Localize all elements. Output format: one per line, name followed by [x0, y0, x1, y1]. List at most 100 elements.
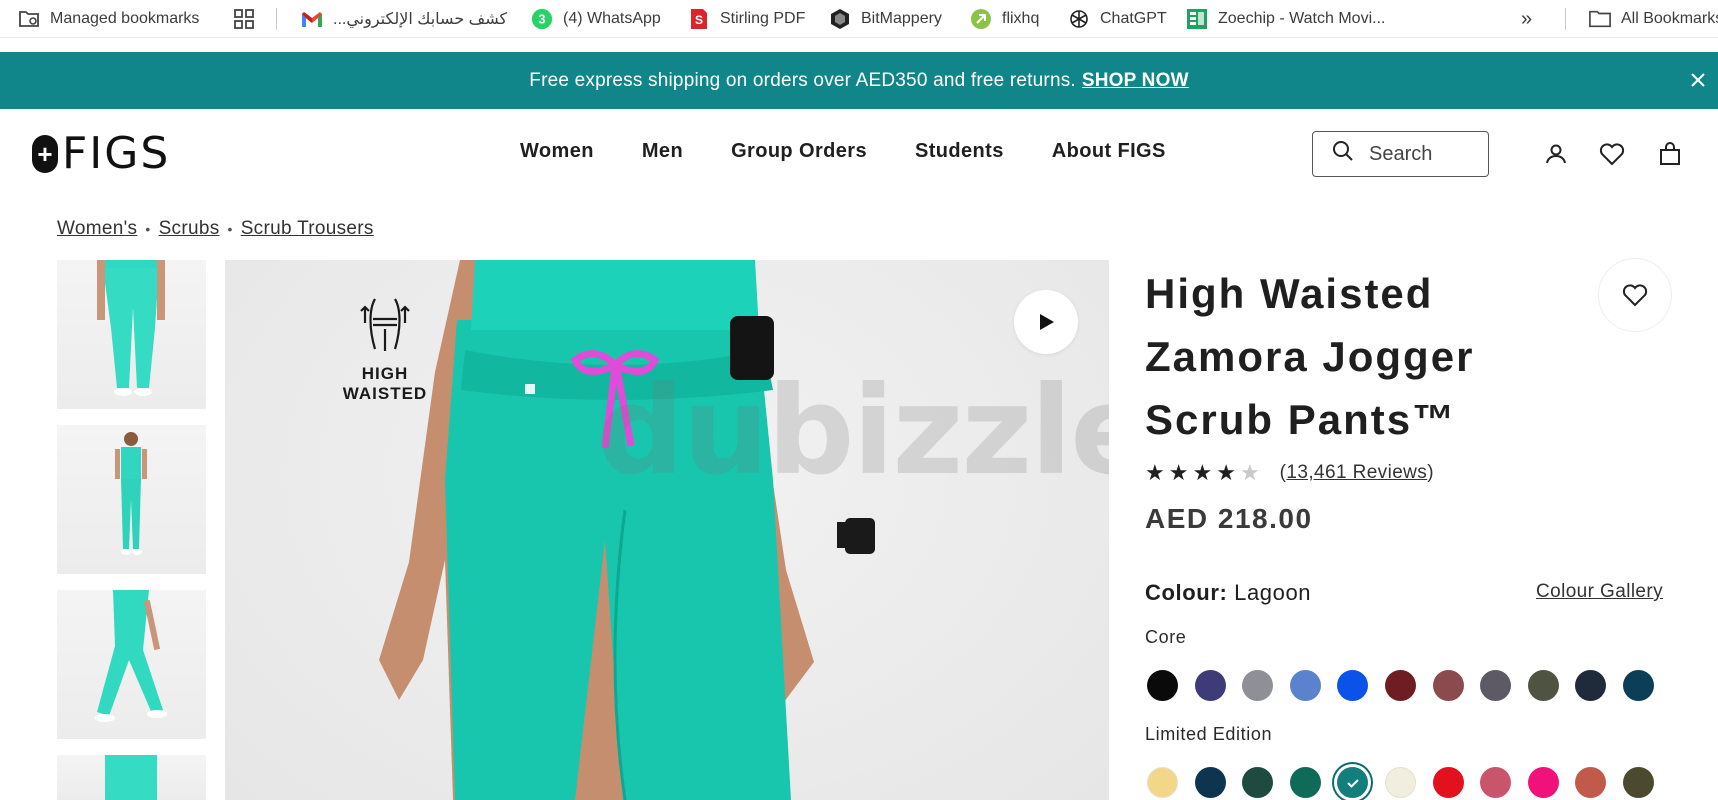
breadcrumb-scrubs[interactable]: Scrubs	[159, 218, 220, 240]
reviews-link[interactable]: 13,461 Reviews	[1286, 462, 1427, 483]
breadcrumb-scrub-trousers[interactable]: Scrub Trousers	[241, 218, 374, 240]
colour-swatch[interactable]	[1623, 670, 1654, 701]
add-to-wishlist-button[interactable]	[1598, 258, 1672, 332]
thumbnail-1[interactable]	[57, 260, 206, 409]
product-rating: ★ ★ ★ ★ ★ (13,461 Reviews)	[1145, 462, 1434, 484]
cart-bag-icon[interactable]	[1656, 140, 1684, 168]
colour-swatch[interactable]	[1242, 670, 1274, 701]
breadcrumb-separator: •	[145, 221, 151, 237]
bookmark-whatsapp[interactable]: 3 (4) WhatsApp	[531, 0, 661, 38]
main-nav: Women Men Group Orders Students About FI…	[520, 140, 1166, 163]
colour-value: Lagoon	[1234, 580, 1312, 605]
shop-now-link[interactable]: SHOP NOW	[1082, 70, 1189, 92]
colour-swatch[interactable]	[1527, 670, 1559, 701]
thumbnail-4[interactable]	[57, 755, 206, 800]
bookmark-bitmappery[interactable]: BitMappery	[829, 0, 942, 38]
promo-text: Free express shipping on orders over AED…	[529, 69, 1076, 91]
zoechip-icon	[1186, 8, 1208, 30]
nav-students[interactable]: Students	[915, 140, 1004, 163]
colour-swatch[interactable]	[1242, 767, 1274, 798]
bookmark-label: ChatGPT	[1100, 10, 1167, 27]
whatsapp-badge: 3	[538, 12, 545, 27]
bookmark-flixhq[interactable]: flixhq	[970, 0, 1039, 38]
breadcrumb-womens[interactable]: Women's	[57, 218, 137, 240]
all-bookmarks-label: All Bookmarks	[1621, 10, 1718, 27]
colour-swatch[interactable]	[1575, 670, 1607, 701]
star-icon: ★	[1145, 460, 1165, 485]
search-placeholder: Search	[1369, 142, 1433, 165]
colour-swatch[interactable]	[1194, 767, 1226, 798]
half-star-icon: ★	[1239, 460, 1260, 485]
thumbnail-2[interactable]	[57, 425, 206, 574]
bookmark-gmail[interactable]: كشف حسابك الإلكتروني...	[301, 0, 507, 38]
search-input[interactable]: Search	[1312, 131, 1489, 177]
watermark: dubizzle	[597, 360, 1109, 502]
bookmark-stirling-pdf[interactable]: S Stirling PDF	[688, 0, 805, 38]
colour-gallery-link[interactable]: Colour Gallery	[1536, 581, 1663, 603]
product-thumbnail-image	[115, 432, 147, 555]
colour-swatch[interactable]	[1337, 670, 1369, 701]
main-product-image[interactable]: dubizzle HIGH WAISTED	[225, 260, 1109, 800]
star-icon: ★	[1168, 460, 1189, 485]
breadcrumb: Women's • Scrubs • Scrub Trousers	[57, 218, 374, 240]
colour-swatch-selected[interactable]	[1337, 767, 1369, 798]
colour-swatch[interactable]	[1194, 670, 1226, 701]
star-icon: ★	[1216, 460, 1236, 485]
chatgpt-icon	[1068, 8, 1090, 30]
bookmark-label: كشف حسابك الإلكتروني...	[333, 11, 508, 28]
colour-swatch[interactable]	[1385, 767, 1416, 798]
product-thumbnail-image	[97, 260, 165, 396]
apps-button[interactable]	[233, 0, 255, 38]
bookmarks-bar: Managed bookmarks كشف حسابك الإلكتروني..…	[0, 0, 1718, 38]
colour-swatch[interactable]	[1480, 670, 1512, 701]
colour-swatch[interactable]	[1385, 670, 1416, 701]
colour-selection: Colour: Lagoon	[1145, 580, 1311, 606]
figs-logo[interactable]: + FIGS	[32, 132, 170, 176]
wishlist-icon[interactable]	[1598, 140, 1626, 168]
thumbnail-3[interactable]	[57, 590, 206, 739]
flixhq-icon	[970, 8, 992, 30]
bookmark-label: BitMappery	[861, 10, 942, 27]
stirling-pdf-icon: S	[688, 8, 710, 30]
promo-banner: Free express shipping on orders over AED…	[0, 52, 1718, 109]
bookmark-zoechip[interactable]: Zoechip - Watch Movi...	[1186, 0, 1385, 38]
check-icon	[1347, 778, 1359, 788]
colour-swatch[interactable]	[1623, 767, 1654, 798]
badge-line1: HIGH	[361, 364, 409, 383]
whatsapp-icon: 3	[531, 8, 553, 30]
colour-swatch[interactable]	[1289, 670, 1321, 701]
waist-icon	[360, 298, 410, 351]
star-icon: ★	[1192, 460, 1213, 485]
chevrons-right-icon: »	[1521, 7, 1533, 30]
folder-icon	[1589, 8, 1611, 30]
colour-swatch[interactable]	[1432, 767, 1464, 798]
all-bookmarks[interactable]: All Bookmarks	[1589, 0, 1718, 38]
colour-swatch[interactable]	[1147, 670, 1178, 701]
limited-edition-label: Limited Edition	[1145, 724, 1273, 744]
bookmark-chatgpt[interactable]: ChatGPT	[1068, 0, 1167, 38]
nav-group-orders[interactable]: Group Orders	[731, 140, 867, 163]
colour-swatch[interactable]	[1147, 767, 1178, 798]
colour-swatch[interactable]	[1575, 767, 1607, 798]
bookmark-label: (4) WhatsApp	[563, 10, 661, 27]
account-icon[interactable]	[1542, 140, 1570, 168]
nav-women[interactable]: Women	[520, 140, 594, 163]
logo-mark: +	[32, 135, 58, 173]
colour-swatch[interactable]	[1480, 767, 1512, 798]
reviews-count: (13,461 Reviews)	[1279, 462, 1434, 483]
colour-swatch[interactable]	[1527, 767, 1559, 798]
colour-swatch[interactable]	[1289, 767, 1321, 798]
close-icon[interactable]	[1686, 68, 1710, 92]
more-bookmarks-button[interactable]: »	[1521, 0, 1532, 38]
colour-swatch[interactable]	[1432, 670, 1464, 701]
play-video-button[interactable]	[1014, 290, 1078, 354]
colour-label: Colour:	[1145, 580, 1228, 605]
bookmark-label: Zoechip - Watch Movi...	[1218, 10, 1386, 27]
product-thumbnail-image	[105, 755, 157, 800]
nav-men[interactable]: Men	[642, 140, 683, 163]
play-icon	[1040, 314, 1054, 330]
search-icon	[1331, 139, 1355, 169]
managed-bookmarks[interactable]: Managed bookmarks	[18, 0, 199, 38]
breadcrumb-separator: •	[227, 221, 233, 237]
nav-about-figs[interactable]: About FIGS	[1052, 140, 1166, 163]
